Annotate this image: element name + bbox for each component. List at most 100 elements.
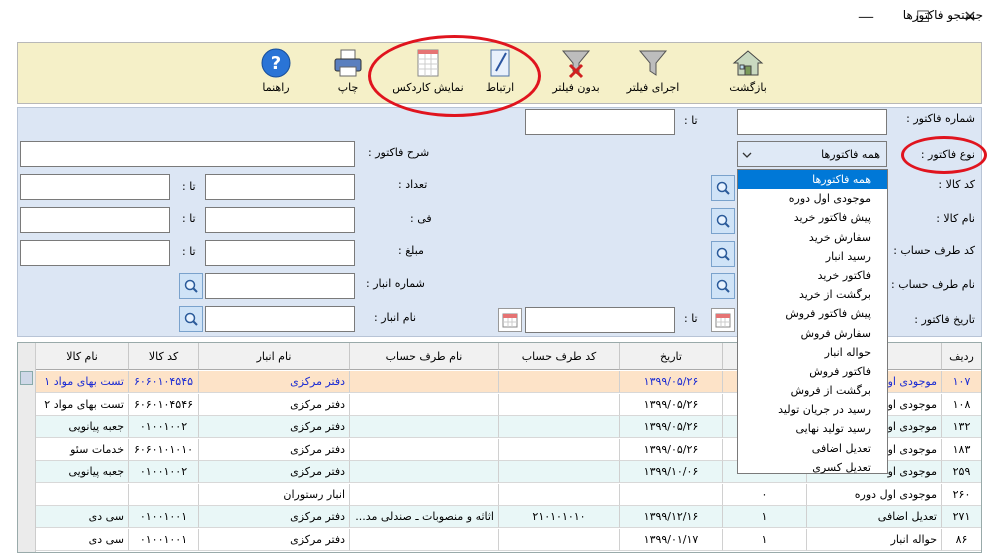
table-cell[interactable] — [350, 483, 499, 506]
table-cell[interactable]: ۱۳۹۹/۰۱/۱۷ — [620, 528, 723, 551]
kardex-button[interactable]: نمایش کاردکس — [388, 45, 468, 101]
table-cell[interactable] — [499, 528, 620, 551]
warehouse-number-search-button[interactable] — [179, 273, 203, 299]
dropdown-option[interactable]: سفارش فروش — [738, 324, 887, 343]
table-cell[interactable]: ۲۶۰ — [942, 483, 981, 506]
table-cell[interactable] — [499, 438, 620, 461]
table-cell[interactable]: موجودی اول دوره — [807, 483, 942, 506]
table-cell[interactable]: ۲۱۰۱۰۱۰۱۰ — [499, 506, 620, 528]
table-cell[interactable] — [36, 483, 129, 506]
table-cell[interactable]: ۱۳۹۹/۰۵/۲۶ — [620, 416, 723, 438]
dropdown-option[interactable]: فاکتور خرید — [738, 266, 887, 285]
table-cell[interactable] — [499, 483, 620, 506]
table-cell[interactable] — [350, 393, 499, 416]
table-cell[interactable]: تست بهای مواد ۲ — [36, 393, 129, 416]
table-cell[interactable] — [499, 393, 620, 416]
warehouse-name-input[interactable] — [205, 306, 355, 332]
amount-to-input[interactable] — [20, 240, 170, 266]
table-cell[interactable]: دفتر مرکزی — [199, 371, 350, 393]
dropdown-option[interactable]: فاکتور فروش — [738, 362, 887, 381]
column-header-row[interactable]: ردیف — [942, 343, 981, 370]
table-cell[interactable] — [499, 461, 620, 483]
date-from-calendar-button[interactable] — [711, 308, 735, 332]
table-cell[interactable]: دفتر مرکزی — [199, 416, 350, 438]
amount-from-input[interactable] — [205, 240, 355, 266]
account-code-search-button[interactable] — [711, 241, 735, 267]
table-cell[interactable]: دفتر مرکزی — [199, 461, 350, 483]
table-cell[interactable]: اثاثه و منصوبات ـ صندلی مد... — [350, 506, 499, 528]
table-cell[interactable]: دفتر مرکزی — [199, 528, 350, 551]
table-cell[interactable]: دفتر مرکزی — [199, 506, 350, 528]
quantity-from-input[interactable] — [205, 174, 355, 200]
table-cell[interactable]: دفتر مرکزی — [199, 393, 350, 416]
table-cell[interactable]: ۶۰۶۰۱۰۱۰۱۰ — [129, 438, 199, 461]
column-header-account-name[interactable]: نام طرف حساب — [350, 343, 499, 370]
dropdown-option[interactable]: رسید در جریان تولید — [738, 400, 887, 419]
table-cell[interactable]: ۰۱۰۰۱۰۰۲ — [129, 461, 199, 483]
table-cell[interactable]: ۸۶ — [942, 528, 981, 551]
dropdown-option[interactable]: رسید انبار — [738, 247, 887, 266]
dropdown-option[interactable]: پیش فاکتور خرید — [738, 208, 887, 227]
table-cell[interactable]: ۱۳۹۹/۰۵/۲۶ — [620, 393, 723, 416]
item-name-search-button[interactable] — [711, 208, 735, 234]
table-cell[interactable]: ۱۰۷ — [942, 371, 981, 393]
table-cell[interactable] — [350, 371, 499, 393]
table-cell[interactable] — [350, 438, 499, 461]
unit-price-from-input[interactable] — [205, 207, 355, 233]
quantity-to-input[interactable] — [20, 174, 170, 200]
dropdown-option[interactable]: حواله انبار — [738, 343, 887, 362]
table-cell[interactable]: انبار رستوران — [199, 483, 350, 506]
table-cell[interactable]: دفتر مرکزی — [199, 438, 350, 461]
table-cell[interactable]: ۱۳۹۹/۱۲/۱۶ — [620, 506, 723, 528]
link-button[interactable]: ارتباط — [460, 45, 540, 101]
table-cell[interactable]: ۱۳۹۹/۰۵/۲۶ — [620, 438, 723, 461]
table-cell[interactable] — [350, 528, 499, 551]
table-cell[interactable]: ۰ — [723, 483, 807, 506]
scrollbar-thumb[interactable] — [20, 371, 33, 385]
table-cell[interactable] — [620, 483, 723, 506]
no-filter-button[interactable]: بدون فیلتر — [536, 45, 616, 101]
table-cell[interactable]: سی دی — [36, 506, 129, 528]
grid-scrollbar[interactable] — [18, 343, 36, 552]
item-code-search-button[interactable] — [711, 175, 735, 201]
table-cell[interactable]: تعدیل اضافی — [807, 506, 942, 528]
table-cell[interactable]: ۱۰۸ — [942, 393, 981, 416]
dropdown-option[interactable]: برگشت از فروش — [738, 381, 887, 400]
print-button[interactable]: چاپ — [308, 45, 388, 101]
table-cell[interactable]: ۲۷۱ — [942, 506, 981, 528]
table-cell[interactable] — [499, 371, 620, 393]
table-cell[interactable]: ۱۳۹۹/۰۵/۲۶ — [620, 371, 723, 393]
table-cell[interactable]: حواله انبار — [807, 528, 942, 551]
dropdown-option[interactable]: رسید تولید نهایی — [738, 419, 887, 438]
invoice-desc-input[interactable] — [20, 141, 355, 167]
table-cell[interactable]: خدمات سئو — [36, 438, 129, 461]
dropdown-option[interactable]: برگشت از خرید — [738, 285, 887, 304]
table-cell[interactable] — [350, 461, 499, 483]
column-header-item-code[interactable]: کد کالا — [129, 343, 199, 370]
column-header-date[interactable]: تاریخ — [620, 343, 723, 370]
warehouse-number-input[interactable] — [205, 273, 355, 299]
table-cell[interactable]: ۱۳۲ — [942, 416, 981, 438]
invoice-type-select[interactable]: همه فاکتورها — [737, 141, 887, 167]
table-cell[interactable]: ۲۵۹ — [942, 461, 981, 483]
table-cell[interactable]: جعبه پیانویی — [36, 461, 129, 483]
minimize-button[interactable]: — — [843, 0, 889, 32]
table-cell[interactable] — [499, 416, 620, 438]
account-name-search-button[interactable] — [711, 273, 735, 299]
back-button[interactable]: بازگشت — [708, 45, 788, 101]
dropdown-option[interactable]: موجودی اول دوره — [738, 189, 887, 208]
invoice-number-to-input[interactable] — [525, 109, 675, 135]
run-filter-button[interactable]: اجرای فیلتر — [613, 45, 693, 101]
table-cell[interactable]: ۶۰۶۰۱۰۴۵۴۶ — [129, 393, 199, 416]
unit-price-to-input[interactable] — [20, 207, 170, 233]
column-header-account-code[interactable]: کد طرف حساب — [499, 343, 620, 370]
invoice-date-to-input[interactable] — [525, 307, 675, 333]
column-header-item-name[interactable]: نام کالا — [36, 343, 129, 370]
date-to-calendar-button[interactable] — [498, 308, 522, 332]
table-cell[interactable]: ۰۱۰۰۱۰۰۲ — [129, 416, 199, 438]
table-cell[interactable] — [350, 416, 499, 438]
invoice-number-from-input[interactable] — [737, 109, 887, 135]
warehouse-name-search-button[interactable] — [179, 306, 203, 332]
dropdown-option[interactable]: تعدیل اضافی — [738, 439, 887, 458]
column-header-warehouse[interactable]: نام انبار — [199, 343, 350, 370]
